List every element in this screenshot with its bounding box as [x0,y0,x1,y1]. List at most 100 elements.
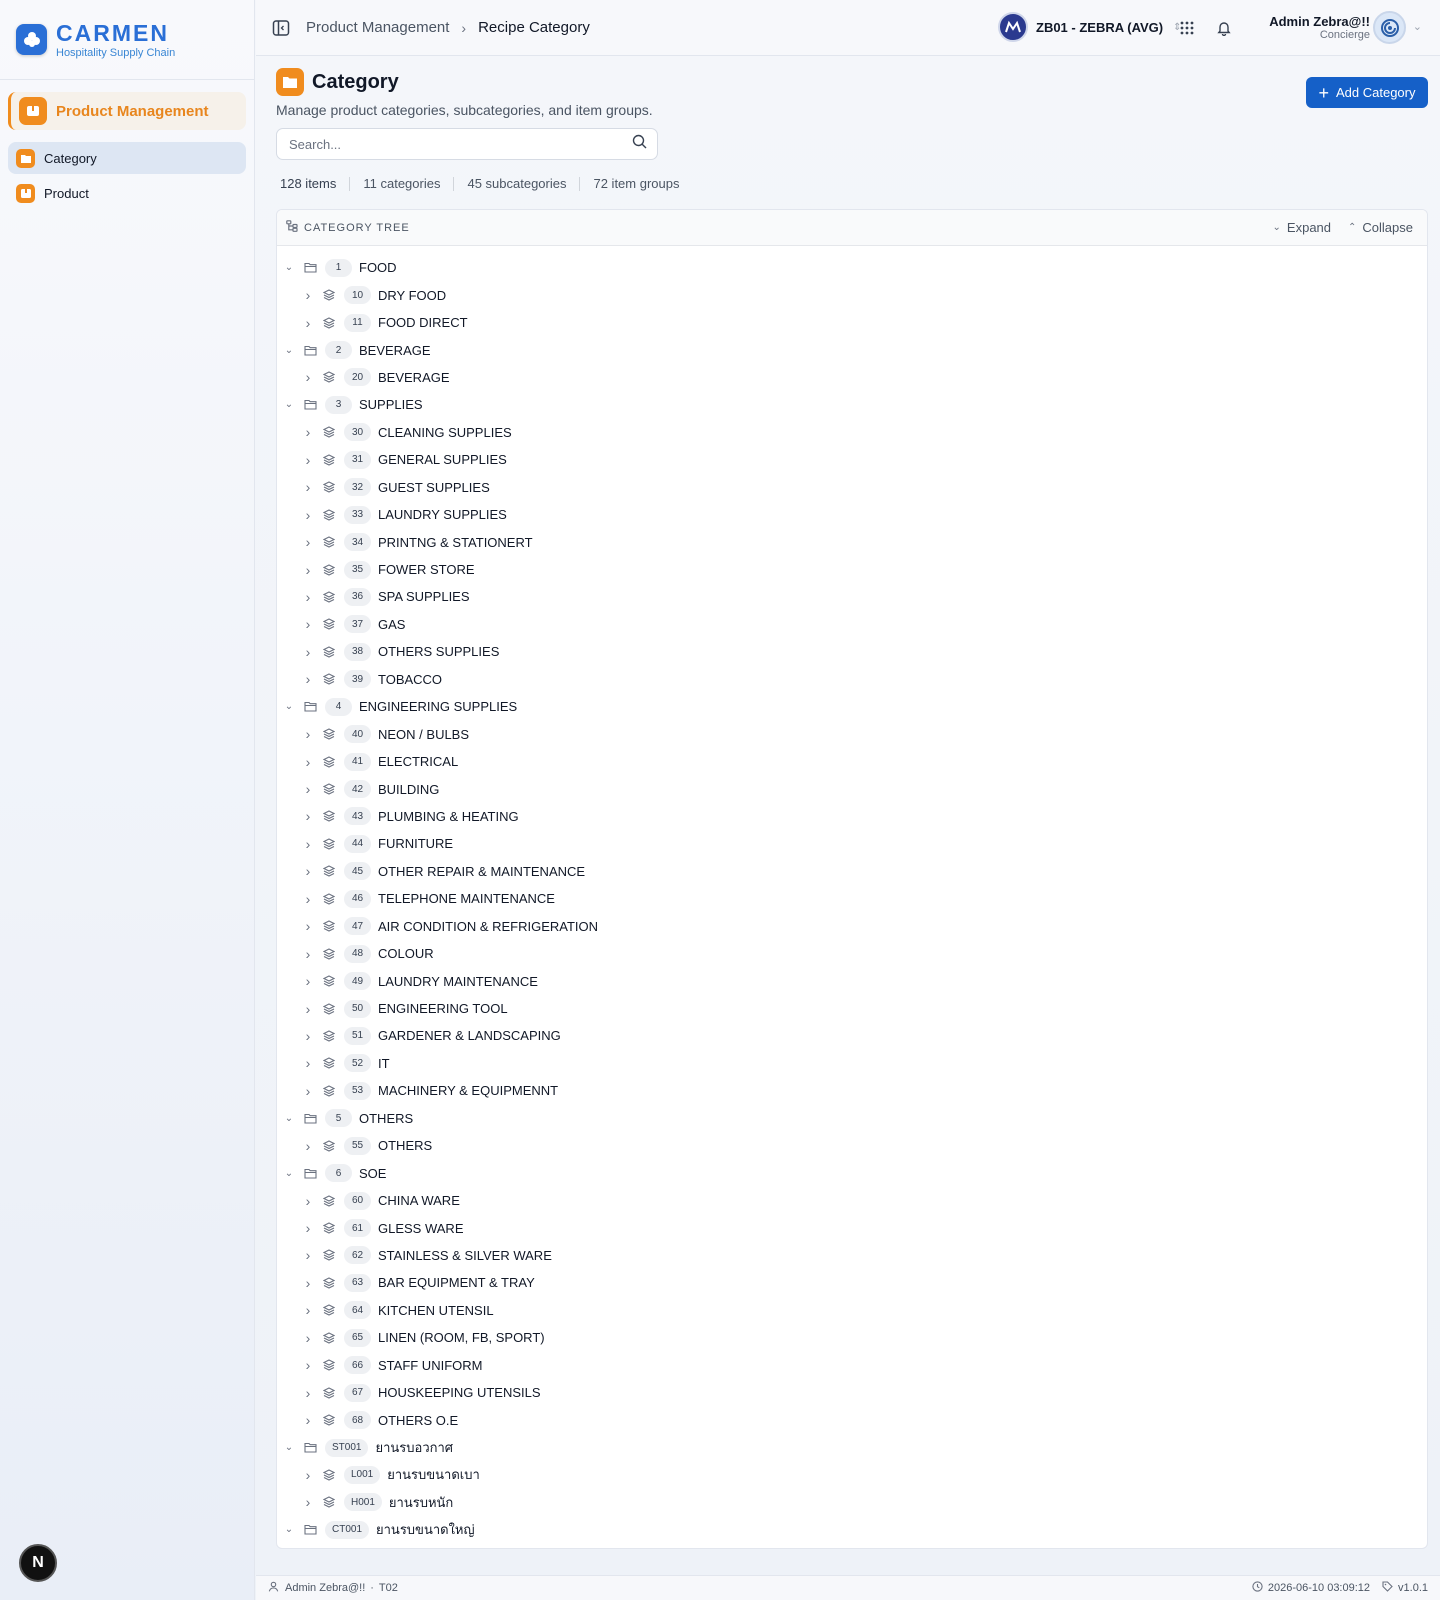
collapse-all-button[interactable]: ⌃ Collapse [1348,220,1413,235]
tree-row-subcategory[interactable]: › 38 OTHERS SUPPLIES [277,638,1427,665]
tree-row-subcategory[interactable]: › 63 BAR EQUIPMENT & TRAY [277,1269,1427,1296]
chevron-right-icon[interactable]: › [302,1330,314,1346]
chevron-right-icon[interactable]: › [302,1357,314,1373]
add-category-button[interactable]: + Add Category [1306,77,1428,108]
chevron-right-icon[interactable]: › [302,452,314,468]
tree-row-subcategory[interactable]: › 35 FOWER STORE [277,556,1427,583]
tree-row-subcategory[interactable]: › 10 DRY FOOD [277,281,1427,308]
user-info[interactable]: Admin Zebra@!! Concierge [1269,14,1370,41]
sidebar-toggle-icon[interactable] [270,17,292,39]
tree-row-subcategory[interactable]: › L001 ยานรบขนาดเบา [277,1461,1427,1488]
tree-row-category[interactable]: ⌄ 4 ENGINEERING SUPPLIES [277,693,1427,720]
chevron-right-icon[interactable]: › [302,534,314,550]
chevron-right-icon[interactable]: › [302,973,314,989]
tree-row-subcategory[interactable]: › 53 MACHINERY & EQUIPMENNT [277,1077,1427,1104]
chevron-right-icon[interactable]: › [302,1494,314,1510]
chevron-down-icon[interactable]: ⌄ [283,262,295,273]
bell-icon[interactable] [1213,17,1235,39]
brand[interactable]: CARMEN Hospitality Supply Chain [0,0,254,80]
chevron-right-icon[interactable]: › [302,589,314,605]
chevron-right-icon[interactable]: › [302,1220,314,1236]
tree-row-subcategory[interactable]: › 41 ELECTRICAL [277,748,1427,775]
avatar[interactable] [1373,11,1406,44]
tree-row-subcategory[interactable]: › 44 FURNITURE [277,830,1427,857]
chevron-down-icon[interactable]: ⌄ [283,1113,295,1124]
chevron-right-icon[interactable]: › [302,1247,314,1263]
chevron-right-icon[interactable]: › [302,315,314,331]
chevron-right-icon[interactable]: › [302,754,314,770]
nextjs-dev-indicator[interactable]: N [19,1544,57,1582]
tree-row-subcategory[interactable]: › 49 LAUNDRY MAINTENANCE [277,967,1427,994]
tree-row-subcategory[interactable]: › 37 GAS [277,611,1427,638]
tree-row-subcategory[interactable]: › 34 PRINTNG & STATIONERT [277,528,1427,555]
chevron-right-icon[interactable]: › [302,1385,314,1401]
breadcrumb-item[interactable]: Product Management [306,19,449,36]
chevron-right-icon[interactable]: › [302,1083,314,1099]
tree-row-subcategory[interactable]: › 46 TELEPHONE MAINTENANCE [277,885,1427,912]
chevron-right-icon[interactable]: › [302,1028,314,1044]
tree-row-subcategory[interactable]: › 66 STAFF UNIFORM [277,1352,1427,1379]
tree-row-category[interactable]: ⌄ 1 FOOD [277,254,1427,281]
chevron-down-icon[interactable]: ⌄ [1413,20,1422,33]
tree-row-category[interactable]: ⌄ ST001 ยานรบอวกาศ [277,1434,1427,1461]
tree-row-subcategory[interactable]: › 36 SPA SUPPLIES [277,583,1427,610]
chevron-right-icon[interactable]: › [302,781,314,797]
tree-row-subcategory[interactable]: › H001 ยานรบหนัก [277,1489,1427,1516]
tree-row-subcategory[interactable]: › 40 NEON / BULBS [277,720,1427,747]
sidebar-item-product[interactable]: Product [8,177,246,209]
chevron-down-icon[interactable]: ⌄ [283,399,295,410]
tree-row-category[interactable]: ⌄ 3 SUPPLIES [277,391,1427,418]
chevron-right-icon[interactable]: › [302,726,314,742]
tree-row-subcategory[interactable]: › 60 CHINA WARE [277,1187,1427,1214]
tree-row-category[interactable]: ⌄ 5 OTHERS [277,1105,1427,1132]
chevron-down-icon[interactable]: ⌄ [283,1524,295,1535]
tree-row-subcategory[interactable]: › 32 GUEST SUPPLIES [277,474,1427,501]
chevron-right-icon[interactable]: › [302,808,314,824]
tree-row-subcategory[interactable]: › 51 GARDENER & LANDSCAPING [277,1022,1427,1049]
tree-row-subcategory[interactable]: › 33 LAUNDRY SUPPLIES [277,501,1427,528]
chevron-right-icon[interactable]: › [302,287,314,303]
tree-row-subcategory[interactable]: › 45 OTHER REPAIR & MAINTENANCE [277,858,1427,885]
tree-row-category[interactable]: ⌄ 2 BEVERAGE [277,336,1427,363]
tree-row-subcategory[interactable]: › 42 BUILDING [277,775,1427,802]
chevron-right-icon[interactable]: › [302,616,314,632]
chevron-right-icon[interactable]: › [302,1302,314,1318]
tree-row-subcategory[interactable]: › 68 OTHERS O.E [277,1406,1427,1433]
chevron-right-icon[interactable]: › [302,424,314,440]
chevron-right-icon[interactable]: › [302,1138,314,1154]
tree-row-subcategory[interactable]: › 65 LINEN (ROOM, FB, SPORT) [277,1324,1427,1351]
tree-row-subcategory[interactable]: › 67 HOUSKEEPING UTENSILS [277,1379,1427,1406]
tree-row-subcategory[interactable]: › 55 OTHERS [277,1132,1427,1159]
tree-row-category[interactable]: ⌄ CT001 ยานรบขนาดใหญ่ [277,1516,1427,1543]
chevron-right-icon[interactable]: › [302,1001,314,1017]
chevron-down-icon[interactable]: ⌄ [283,701,295,712]
chevron-right-icon[interactable]: › [302,1467,314,1483]
tree-row-subcategory[interactable]: › 50 ENGINEERING TOOL [277,995,1427,1022]
tree-row-subcategory[interactable]: › 43 PLUMBING & HEATING [277,803,1427,830]
chevron-down-icon[interactable]: ⌄ [283,1168,295,1179]
chevron-right-icon[interactable]: › [302,918,314,934]
chevron-right-icon[interactable]: › [302,507,314,523]
tree-row-subcategory[interactable]: › 31 GENERAL SUPPLIES [277,446,1427,473]
chevron-right-icon[interactable]: › [302,863,314,879]
chevron-right-icon[interactable]: › [302,562,314,578]
chevron-right-icon[interactable]: › [302,671,314,687]
tree-row-subcategory[interactable]: › 62 STAINLESS & SILVER WARE [277,1242,1427,1269]
tree-row-subcategory[interactable]: › 39 TOBACCO [277,666,1427,693]
tree-row-category[interactable]: ⌄ 6 SOE [277,1159,1427,1186]
search-icon[interactable] [632,134,647,154]
chevron-down-icon[interactable]: ⌄ [283,1442,295,1453]
chevron-right-icon[interactable]: › [302,369,314,385]
chevron-right-icon[interactable]: › [302,1193,314,1209]
sidebar-item-category[interactable]: Category [8,142,246,174]
tree-row-subcategory[interactable]: › 64 KITCHEN UTENSIL [277,1297,1427,1324]
sidebar-module-product-management[interactable]: Product Management [8,92,246,130]
business-unit-selector[interactable]: ZB01 - ZEBRA (AVG) ⇕ [998,12,1182,42]
chevron-right-icon[interactable]: › [302,1275,314,1291]
tree-row-subcategory[interactable]: › 47 AIR CONDITION & REFRIGERATION [277,913,1427,940]
tree-row-subcategory[interactable]: › 48 COLOUR [277,940,1427,967]
chevron-right-icon[interactable]: › [302,1055,314,1071]
chevron-right-icon[interactable]: › [302,891,314,907]
chevron-right-icon[interactable]: › [302,1412,314,1428]
chevron-right-icon[interactable]: › [302,946,314,962]
